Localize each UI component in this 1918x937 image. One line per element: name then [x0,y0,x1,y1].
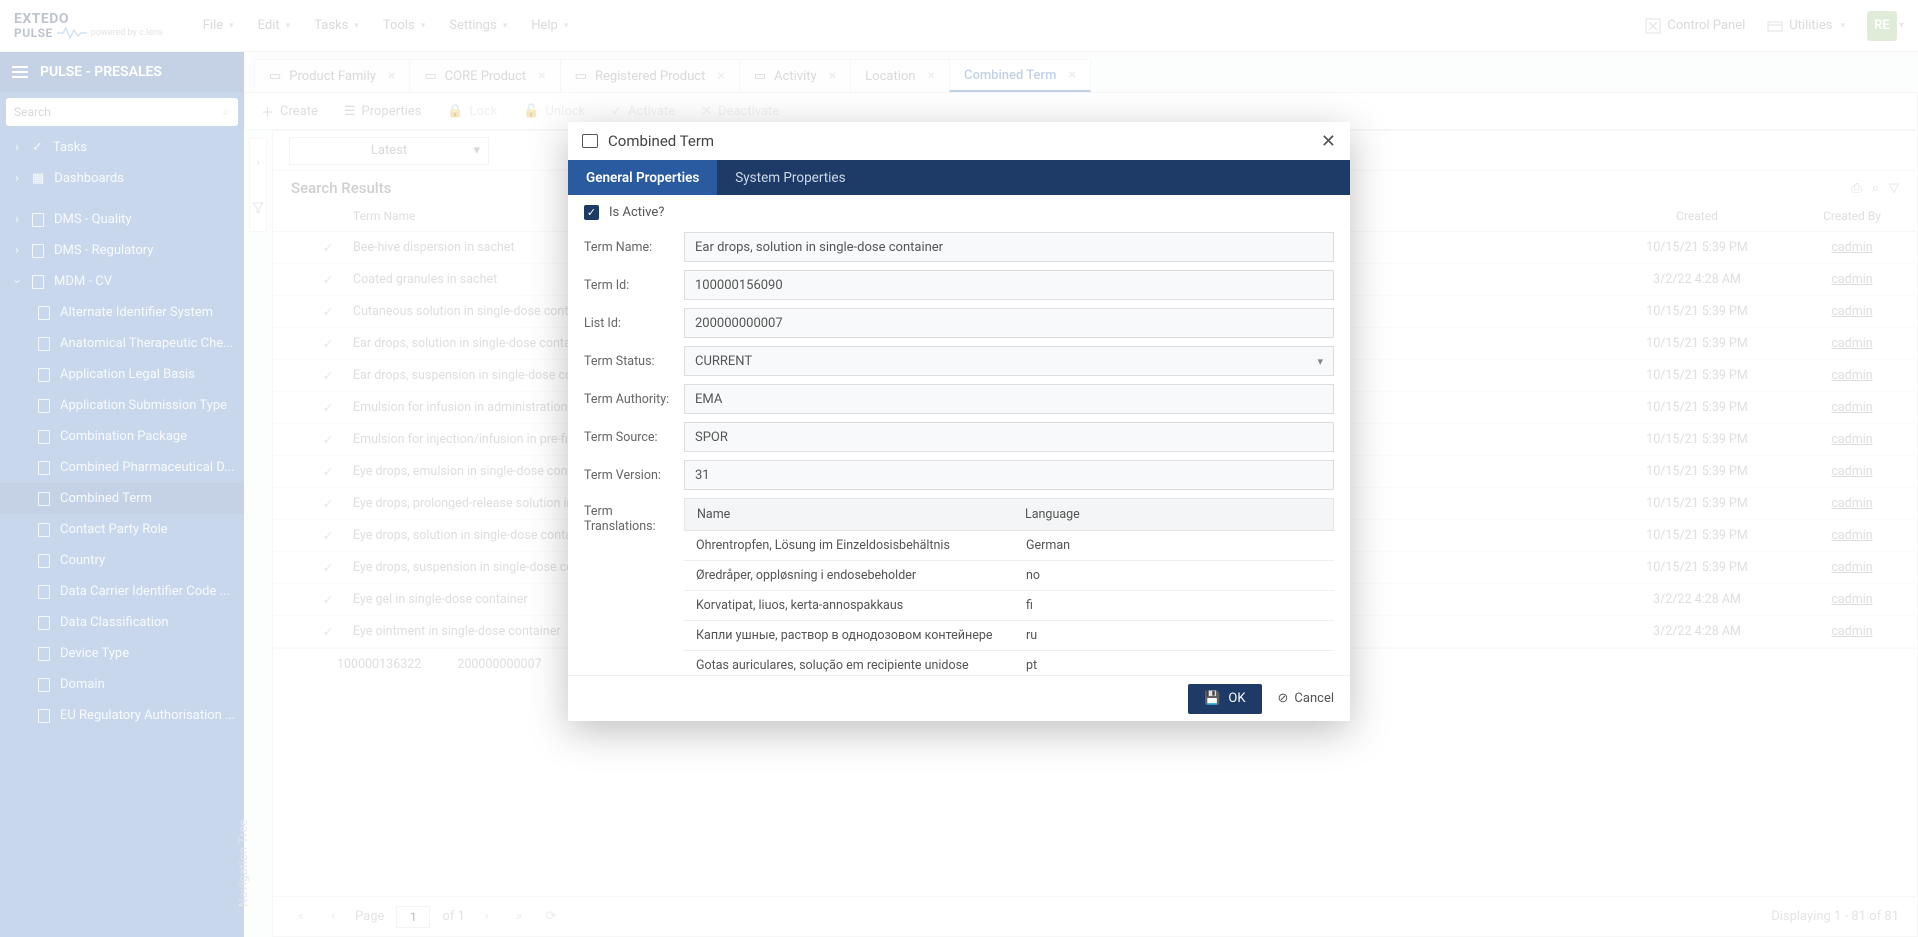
translation-row[interactable]: Gotas auriculares, solução em recipiente… [684,651,1334,675]
translation-lang: no [1014,561,1334,590]
save-icon: 💾 [1204,691,1220,706]
term-name-field[interactable]: Ear drops, solution in single-dose conta… [684,232,1334,262]
cancel-icon: ⊘ [1278,691,1289,706]
translation-name: Korvatipat, liuos, kerta-annospakkaus [684,591,1014,620]
modal-overlay: Combined Term ✕ General Properties Syste… [0,0,1918,937]
term-version-field[interactable]: 31 [684,460,1334,490]
form-icon [582,134,598,148]
translations-rows: Ohrentropfen, Lösung im Einzeldosisbehäl… [684,531,1334,675]
close-icon[interactable]: ✕ [1321,131,1336,152]
translations-label: Term Translations: [584,498,684,534]
modal-footer: 💾OK ⊘Cancel [568,675,1350,721]
modal-tabs: General Properties System Properties [568,160,1350,195]
modal-title: Combined Term [608,132,714,150]
translation-row[interactable]: Korvatipat, liuos, kerta-annospakkausfi [684,591,1334,621]
tt-col-lang: Language [1013,499,1333,530]
modal-body: ✓ Is Active? Term Name:Ear drops, soluti… [568,195,1350,675]
term-authority-field[interactable]: EMA [684,384,1334,414]
translation-row[interactable]: Капли ушные, раствор в однодозовом конте… [684,621,1334,651]
modal-titlebar: Combined Term ✕ [568,122,1350,160]
term-status-select[interactable]: CURRENT [684,346,1334,376]
translation-name: Øredråper, oppløsning i endosebeholder [684,561,1014,590]
translations-header: Name Language [684,498,1334,531]
list-id-field[interactable]: 200000000007 [684,308,1334,338]
term-status-label: Term Status: [584,354,684,369]
term-authority-label: Term Authority: [584,392,684,407]
term-name-label: Term Name: [584,240,684,255]
term-version-label: Term Version: [584,468,684,483]
is-active-checkbox[interactable]: ✓ [584,205,599,220]
translation-row[interactable]: Øredråper, oppløsning i endosebeholderno [684,561,1334,591]
tt-col-name: Name [685,499,1013,530]
translation-name: Ohrentropfen, Lösung im Einzeldosisbehäl… [684,531,1014,560]
tab-system-properties[interactable]: System Properties [717,160,863,195]
list-id-label: List Id: [584,316,684,331]
translation-lang: pt [1014,651,1334,675]
translation-name: Gotas auriculares, solução em recipiente… [684,651,1014,675]
term-id-label: Term Id: [584,278,684,293]
tab-general-properties[interactable]: General Properties [568,160,717,195]
ok-button[interactable]: 💾OK [1188,684,1261,714]
term-source-field[interactable]: SPOR [684,422,1334,452]
term-id-field[interactable]: 100000156090 [684,270,1334,300]
translation-row[interactable]: Ohrentropfen, Lösung im Einzeldosisbehäl… [684,531,1334,561]
translation-lang: German [1014,531,1334,560]
term-source-label: Term Source: [584,430,684,445]
cancel-button[interactable]: ⊘Cancel [1278,691,1334,706]
is-active-label: Is Active? [609,205,664,220]
translation-lang: ru [1014,621,1334,650]
combined-term-modal: Combined Term ✕ General Properties Syste… [568,122,1350,721]
translation-lang: fi [1014,591,1334,620]
translation-name: Капли ушные, раствор в однодозовом конте… [684,621,1014,650]
app-root: EXTEDO PULSE powered by c.lens File Edit… [0,0,1918,937]
